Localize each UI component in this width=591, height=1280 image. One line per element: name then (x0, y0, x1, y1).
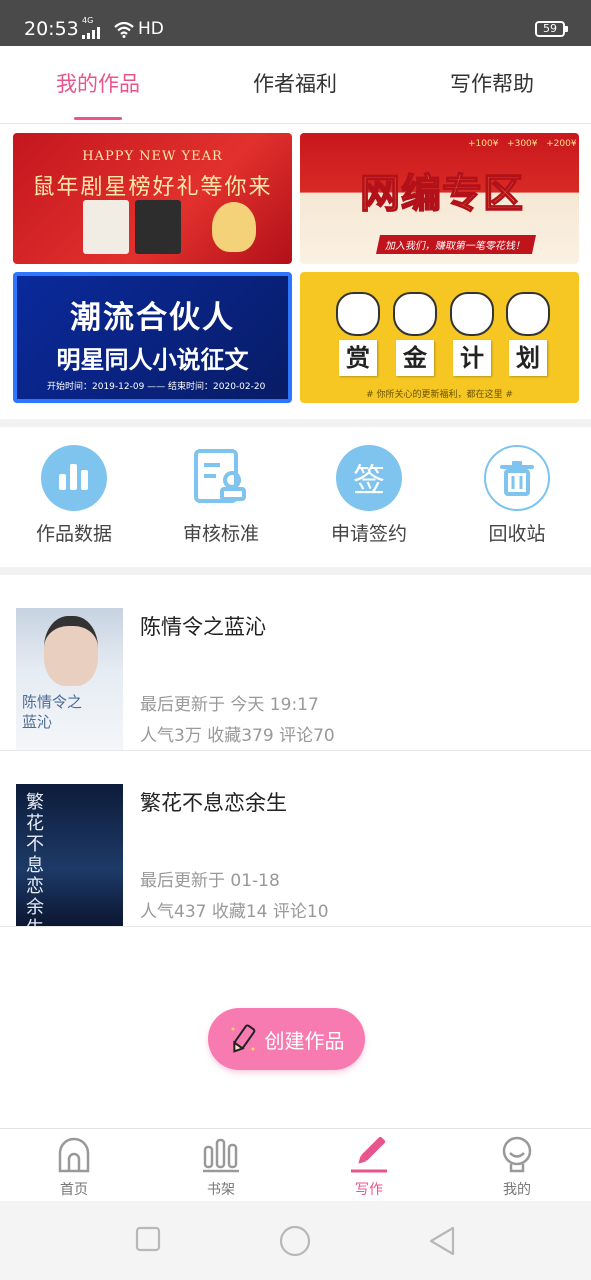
pencil-icon (231, 1024, 255, 1053)
top-tabs: 我的作品 作者福利 写作帮助 (0, 46, 591, 124)
nav-label: 我的 (503, 1182, 531, 1198)
wifi-icon (114, 22, 134, 38)
action-recycle-bin[interactable]: 回收站 (443, 445, 591, 546)
cat-icon (393, 292, 437, 336)
network-type: 4G (82, 16, 94, 25)
action-label: 申请签约 (330, 523, 407, 545)
banner-new-year-title: 鼠年剧星榜好礼等你来 (32, 175, 273, 200)
trash-icon (484, 445, 550, 511)
section-divider (0, 419, 591, 427)
gift-product-image (83, 200, 129, 254)
banner-editor-zone[interactable]: +100¥ +300¥ +200¥ 网编专区 加入我们，赚取第一笔零花钱！ (300, 133, 579, 264)
tab-my-works[interactable]: 我的作品 (8, 68, 188, 98)
back-icon[interactable] (428, 1225, 456, 1257)
nav-label: 首页 (60, 1182, 88, 1198)
bonus-amount: +200¥ (546, 139, 577, 149)
action-apply-contract[interactable]: 签 申请签约 (295, 445, 443, 546)
banner-bounty-plan[interactable]: 赏 金 计 划 # 你所关心的更新福利，都在这里 # (300, 272, 579, 403)
bounty-word: 赏 (339, 340, 377, 376)
cover-text: 陈情令之蓝沁 (22, 693, 83, 731)
list-item-work[interactable]: 繁花不息恋余生 繁花不息恋余生 最后更新于 01-18 人气437 收藏14 评… (0, 751, 591, 927)
nav-label: 写作 (355, 1182, 383, 1198)
status-bar: 20:53 4G HD 59 (0, 0, 591, 46)
pen-icon (295, 1135, 443, 1175)
nav-profile[interactable]: 我的 (443, 1135, 591, 1199)
nav-home[interactable]: 首页 (0, 1135, 148, 1199)
book-cover: 繁花不息恋余生 (16, 784, 123, 926)
work-updated: 最后更新于 今天 19:17 (140, 695, 319, 715)
banner-fanfic-title: 潮流合伙人 (70, 300, 235, 336)
action-label: 作品数据 (35, 523, 112, 545)
cover-text: 繁花不息恋余生 (26, 792, 44, 926)
action-work-data[interactable]: 作品数据 (0, 445, 148, 546)
action-review-standard[interactable]: 审核标准 (147, 445, 295, 546)
banner-bounty-footer: # 你所关心的更新福利，都在这里 # (366, 390, 513, 400)
cover-figure (44, 616, 98, 686)
work-title: 陈情令之蓝沁 (140, 615, 266, 639)
mouse-mascot-image (212, 202, 256, 252)
signal-icon (82, 27, 100, 39)
banner-new-year-tagline: HAPPY NEW YEAR (82, 149, 223, 164)
banner-editor-zone-title: 网编专区 (359, 170, 524, 218)
action-label: 审核标准 (182, 523, 259, 545)
tab-writing-help[interactable]: 写作帮助 (402, 68, 582, 98)
nav-label: 书架 (207, 1182, 235, 1198)
bookshelf-icon (147, 1135, 295, 1175)
create-work-button[interactable]: 创建作品 (208, 1008, 365, 1070)
action-label: 回收站 (488, 523, 546, 545)
active-tab-indicator (74, 117, 122, 120)
profile-icon (443, 1135, 591, 1175)
cat-icon (336, 292, 380, 336)
sign-contract-icon: 签 (336, 445, 402, 511)
battery-icon: 59 (535, 21, 568, 37)
work-title: 繁花不息恋余生 (140, 791, 287, 815)
banner-fanfic-dates: 开始时间：2019-12-09 —— 结束时间：2020-02-20 (47, 382, 266, 392)
bar-chart-icon (41, 445, 107, 511)
home-button-icon[interactable] (279, 1225, 311, 1257)
gift-product-image (135, 200, 181, 254)
work-stats: 人气3万 收藏379 评论70 (140, 726, 335, 746)
work-updated: 最后更新于 01-18 (140, 871, 280, 891)
bounty-word: 金 (396, 340, 434, 376)
banner-new-year[interactable]: HAPPY NEW YEAR 鼠年剧星榜好礼等你来 (13, 133, 292, 264)
recent-apps-icon[interactable] (135, 1225, 161, 1253)
system-nav-bar (0, 1201, 591, 1280)
nav-bookshelf[interactable]: 书架 (147, 1135, 295, 1199)
banner-editor-zone-subtitle: 加入我们，赚取第一笔零花钱！ (375, 235, 537, 254)
book-cover: 陈情令之蓝沁 (16, 608, 123, 750)
document-stamp-icon (188, 445, 254, 511)
quick-actions: 作品数据 审核标准 签 申请签约 回收站 (0, 427, 591, 567)
banner-grid: HAPPY NEW YEAR 鼠年剧星榜好礼等你来 +100¥ +300¥ +2… (0, 125, 591, 419)
status-time: 20:53 (24, 18, 79, 40)
bonus-amount: +100¥ (468, 139, 499, 149)
cat-icon (506, 292, 550, 336)
cat-icon (450, 292, 494, 336)
banner-fanfic-subtitle: 明星同人小说征文 (56, 346, 249, 374)
nav-write[interactable]: 写作 (295, 1135, 443, 1199)
work-stats: 人气437 收藏14 评论10 (140, 902, 329, 922)
bounty-word: 划 (509, 340, 547, 376)
bottom-nav: 首页 书架 写作 我的 (0, 1128, 591, 1201)
hd-indicator: HD (138, 19, 164, 39)
section-divider (0, 567, 591, 575)
banner-bonus-list: +100¥ +300¥ +200¥ (468, 139, 577, 149)
create-work-label: 创建作品 (264, 1028, 345, 1053)
bonus-amount: +300¥ (507, 139, 538, 149)
list-item-work[interactable]: 陈情令之蓝沁 陈情令之蓝沁 最后更新于 今天 19:17 人气3万 收藏379 … (0, 575, 591, 751)
home-icon (0, 1135, 148, 1175)
tab-author-benefits[interactable]: 作者福利 (205, 68, 385, 98)
bounty-word: 计 (453, 340, 491, 376)
banner-fanfic-contest[interactable]: 潮流合伙人 明星同人小说征文 开始时间：2019-12-09 —— 结束时间：2… (13, 272, 292, 403)
